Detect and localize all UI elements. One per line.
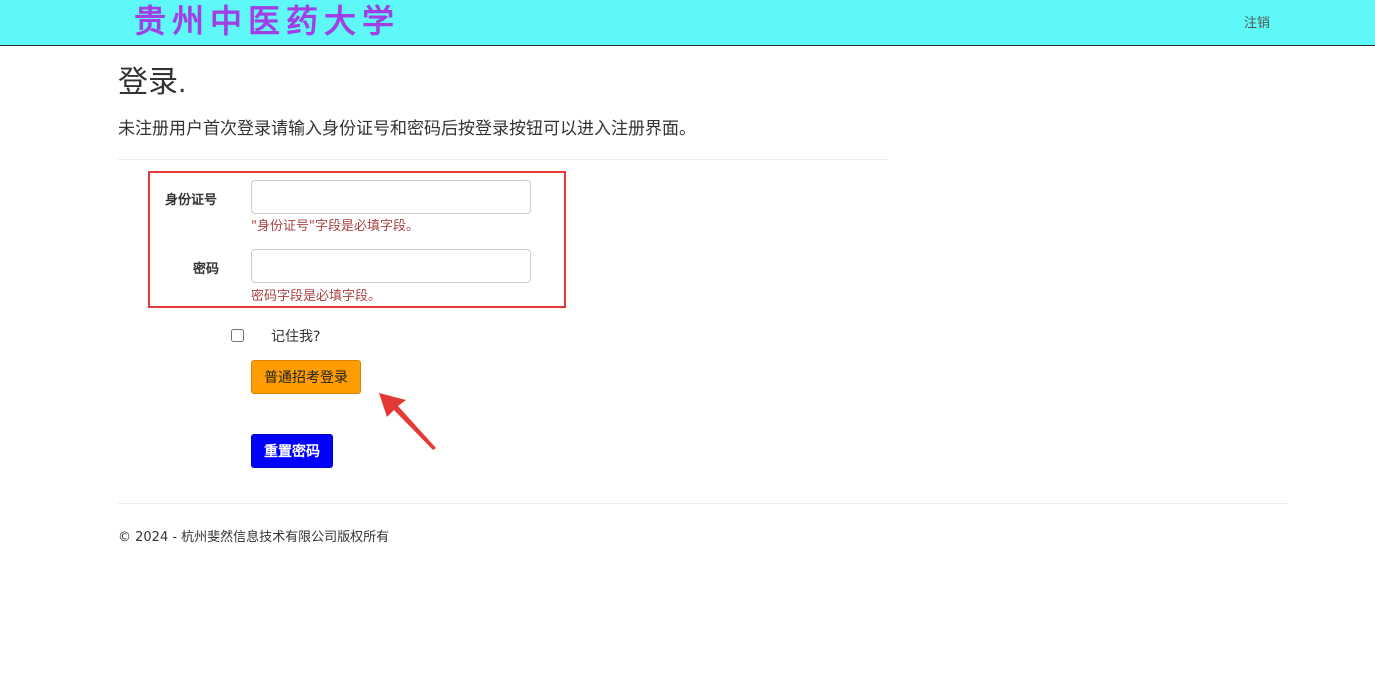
top-navbar: 贵州中医药大学 注销	[0, 0, 1375, 46]
remember-me-label[interactable]: 记住我?	[271, 326, 320, 346]
password-error: 密码字段是必填字段。	[251, 289, 382, 304]
header-divider	[118, 159, 888, 160]
password-input[interactable]	[251, 249, 531, 283]
id-number-label: 身份证号	[165, 193, 218, 208]
remember-me-checkbox[interactable]	[231, 329, 244, 342]
page-title: 登录.	[118, 66, 187, 99]
brand-logo-text[interactable]: 贵州中医药大学	[134, 0, 400, 42]
arrow-pointing-up-left-icon	[379, 393, 436, 450]
footer-copyright: © 2024 - 杭州斐然信息技术有限公司版权所有	[118, 530, 390, 545]
id-number-input[interactable]	[251, 180, 531, 214]
password-label: 密码	[193, 262, 220, 277]
logout-link[interactable]: 注销	[1244, 12, 1270, 31]
regular-login-button[interactable]: 普通招考登录	[251, 360, 361, 394]
login-instruction: 未注册用户首次登录请输入身份证号和密码后按登录按钮可以进入注册界面。	[118, 119, 696, 139]
footer-divider	[118, 503, 1288, 504]
id-number-error: "身份证号"字段是必填字段。	[251, 219, 419, 234]
reset-password-button[interactable]: 重置密码	[251, 434, 333, 468]
